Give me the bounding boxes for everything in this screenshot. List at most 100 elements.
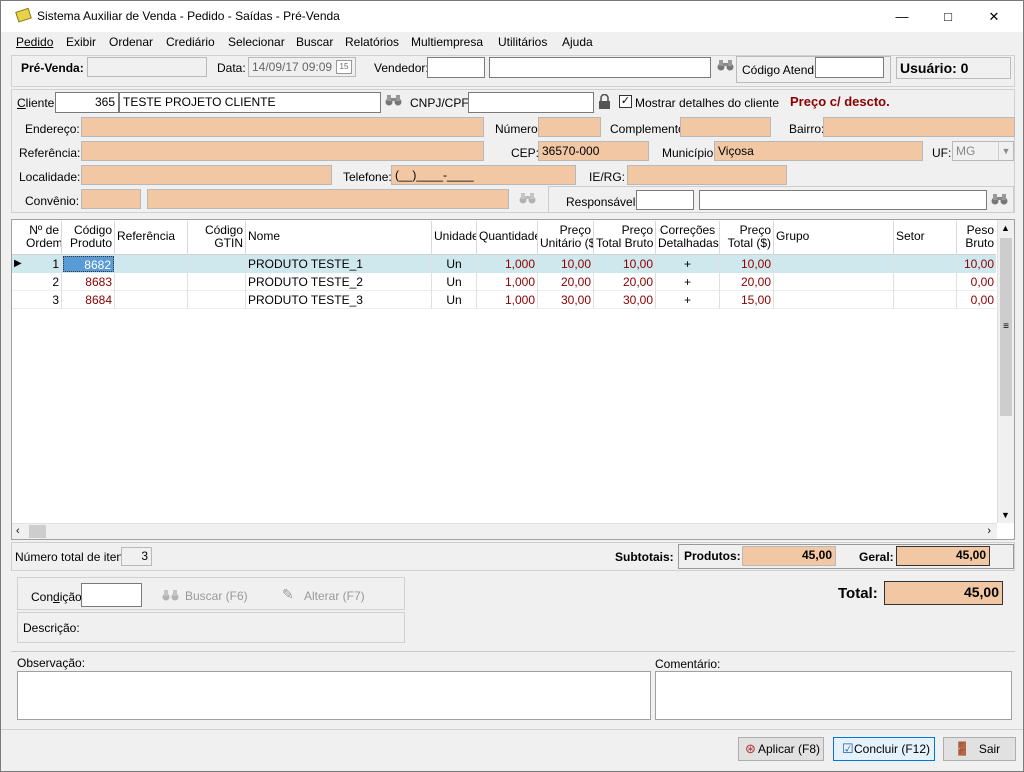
scroll-left-icon[interactable]: ‹ <box>16 525 20 537</box>
plus-icon[interactable]: + <box>656 273 720 291</box>
sair-button[interactable]: 🚪 Sair <box>943 737 1016 761</box>
responsavel-name-input[interactable] <box>699 190 987 210</box>
cell-gtin <box>188 291 246 309</box>
endereco-field[interactable] <box>81 117 484 137</box>
scroll-right-icon[interactable]: › <box>987 525 991 537</box>
calendar-icon[interactable]: 15 <box>336 60 352 74</box>
minimize-button[interactable]: — <box>879 1 925 32</box>
menu-relatorios[interactable]: Relatórios <box>345 35 399 49</box>
scroll-up-icon[interactable]: ▲ <box>1001 223 1010 233</box>
aplicar-button[interactable]: ⊛ Aplicar (F8) <box>738 737 824 761</box>
lock-icon[interactable] <box>598 94 611 110</box>
binoculars-icon[interactable] <box>991 192 1008 206</box>
col-nome[interactable]: Nome <box>246 221 432 255</box>
referencia-field[interactable] <box>81 141 484 161</box>
scroll-thumb[interactable] <box>29 525 46 538</box>
cell-referencia <box>115 255 188 273</box>
horizontal-scrollbar[interactable]: ‹ › <box>12 523 997 539</box>
data-value: 14/09/17 09:09 <box>252 60 333 74</box>
bairro-field[interactable] <box>823 117 1015 137</box>
col-total-bruto[interactable]: PreçoTotal Bruto ($) <box>594 221 656 255</box>
cliente-name-input[interactable]: TESTE PROJETO CLIENTE <box>119 92 381 113</box>
cell-referencia <box>115 273 188 291</box>
comentario-textarea[interactable] <box>655 671 1012 720</box>
cep-label: CEP: <box>511 146 540 160</box>
municipio-field[interactable]: Viçosa <box>714 141 923 161</box>
concluir-button[interactable]: ☑ Concluir (F12) <box>833 737 935 761</box>
row-pointer-icon: ▶ <box>14 258 22 269</box>
complemento-field[interactable] <box>680 117 771 137</box>
cliente-code-input[interactable]: 365 <box>55 92 119 113</box>
prevenda-label: Pré-Venda: <box>21 61 84 75</box>
binoculars-icon[interactable] <box>717 58 734 72</box>
buscar-button[interactable]: Buscar (F6) <box>158 583 248 607</box>
apply-icon: ⊛ <box>745 741 756 756</box>
uf-value: MG <box>956 144 976 158</box>
cep-field[interactable]: 36570-000 <box>538 141 649 161</box>
total-label: Total: <box>838 585 878 602</box>
preco-descto-label: Preço c/ descto. <box>790 94 890 109</box>
observacao-textarea[interactable] <box>17 671 651 720</box>
menu-ordenar[interactable]: Ordenar <box>109 35 153 49</box>
localidade-field[interactable] <box>81 165 332 185</box>
cnpj-input[interactable] <box>468 92 594 113</box>
col-unidade[interactable]: Unidade <box>432 221 477 255</box>
minimize-icon: — <box>895 9 909 24</box>
codigo-atend-input[interactable] <box>815 57 884 78</box>
convenio-name-field[interactable] <box>147 189 509 209</box>
vendedor-name-input[interactable] <box>489 57 711 78</box>
menu-selecionar[interactable]: Selecionar <box>228 35 285 49</box>
produtos-total: 45,00 <box>742 546 836 566</box>
menu-utilitarios[interactable]: Utilitários <box>498 35 547 49</box>
plus-icon[interactable]: + <box>656 291 720 309</box>
numero-field[interactable] <box>538 117 601 137</box>
responsavel-code-input[interactable] <box>636 190 694 210</box>
chevron-down-icon: ▼ <box>998 142 1013 160</box>
scroll-down-icon[interactable]: ▼ <box>1001 510 1010 520</box>
binoculars-icon[interactable] <box>519 191 536 205</box>
menu-crediario[interactable]: Crediário <box>166 35 215 49</box>
cell-unidade: Un <box>432 255 477 273</box>
menu-buscar[interactable]: Buscar <box>296 35 333 49</box>
menu-exibir[interactable]: Exibir <box>66 35 96 49</box>
cell-setor <box>894 255 957 273</box>
cell-codigo[interactable]: 8684 <box>62 291 115 309</box>
col-ordem[interactable]: Nº de Ordem <box>24 221 62 255</box>
telefone-field[interactable]: (__)____-____ <box>391 165 576 185</box>
uf-select[interactable]: MG ▼ <box>952 141 1014 161</box>
col-gtin[interactable]: Código GTIN <box>188 221 246 255</box>
binoculars-icon[interactable] <box>385 93 402 107</box>
col-peso[interactable]: Peso Bruto <box>957 221 996 255</box>
vendedor-code-input[interactable] <box>427 57 485 78</box>
responsavel-label: Responsável: <box>566 195 639 209</box>
convenio-code-field[interactable] <box>81 189 141 209</box>
maximize-icon: □ <box>944 9 952 24</box>
col-referencia[interactable]: Referência <box>115 221 188 255</box>
vertical-scrollbar[interactable]: ▲ ≡ ▼ <box>997 220 1014 523</box>
cell-setor <box>894 273 957 291</box>
alterar-button[interactable]: ✎ Alterar (F7) <box>278 583 378 607</box>
cliente-label: Cliente: <box>17 96 58 110</box>
cell-codigo[interactable]: 8683 <box>62 273 115 291</box>
data-label: Data: <box>217 61 246 75</box>
col-grupo[interactable]: Grupo <box>774 221 894 255</box>
col-preco-unit[interactable]: Preço Unitário ($) <box>538 221 594 255</box>
col-setor[interactable]: Setor <box>894 221 957 255</box>
menu-multiempresa[interactable]: Multiempresa <box>411 35 483 49</box>
iers-field[interactable] <box>627 165 787 185</box>
plus-icon[interactable]: + <box>656 255 720 273</box>
condicao-label: Condição: <box>31 590 86 604</box>
close-window-button[interactable]: ✕ <box>965 1 1023 32</box>
menu-bar: Pedido Exibir Ordenar Crediário Selecion… <box>1 32 1023 53</box>
menu-pedido[interactable]: Pedido <box>16 35 53 49</box>
col-total[interactable]: Preço Total ($) <box>720 221 774 255</box>
menu-ajuda[interactable]: Ajuda <box>562 35 593 49</box>
col-codigo[interactable]: Código Produto <box>62 221 115 255</box>
cell-codigo[interactable]: 8682 <box>63 256 114 272</box>
col-correcoes[interactable]: Correções Detalhadas <box>656 221 720 255</box>
condicao-input[interactable] <box>81 583 142 607</box>
scroll-thumb[interactable]: ≡ <box>1000 238 1012 416</box>
prevenda-field[interactable] <box>87 57 207 77</box>
mostrar-checkbox[interactable]: ✓ <box>619 95 632 108</box>
col-quantidade[interactable]: Quantidade <box>477 221 538 255</box>
